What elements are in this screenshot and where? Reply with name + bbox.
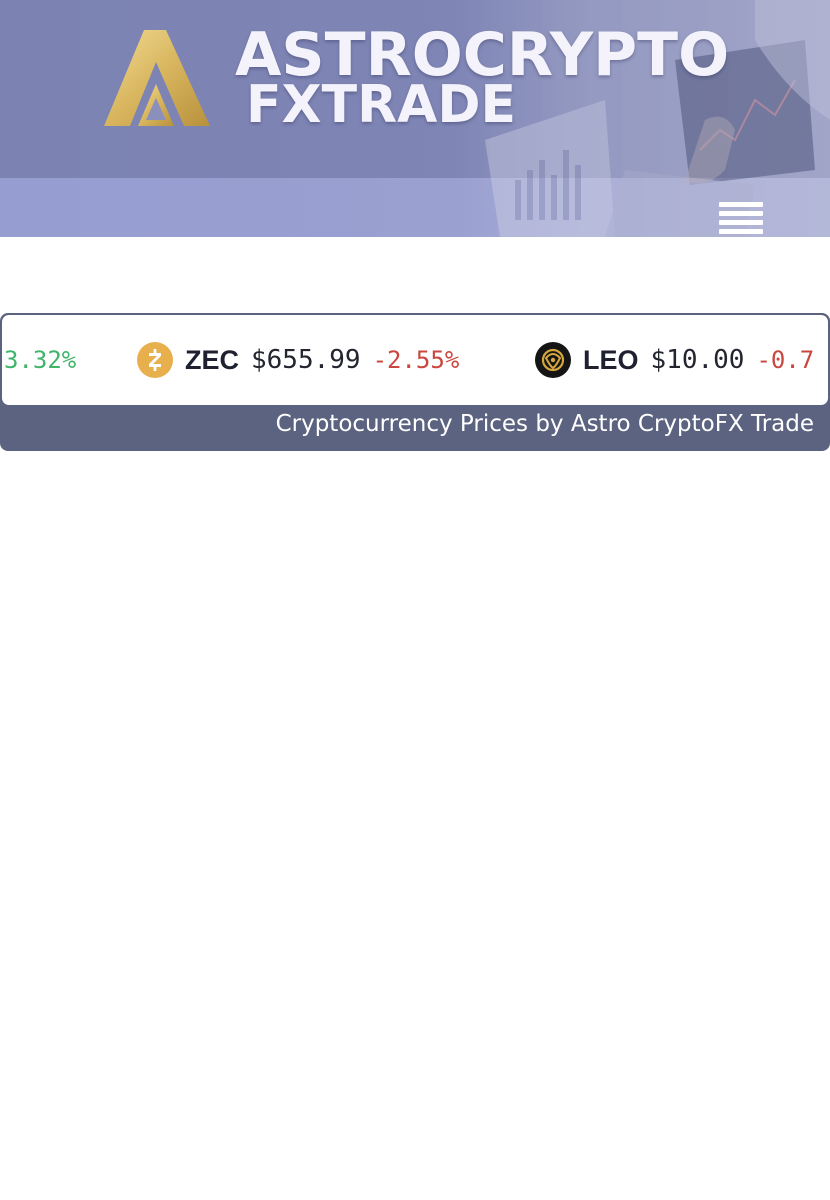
price-change: -0.7 (756, 346, 815, 374)
coin-price: $655.99 (251, 345, 361, 375)
zcash-icon (137, 342, 173, 378)
coin-symbol: LEO (583, 344, 639, 375)
crypto-price-ticker: 3.32% ZEC $655.99 -2.55% LEO $10.00 -0.7… (0, 313, 830, 451)
ticker-strip[interactable]: 3.32% ZEC $655.99 -2.55% LEO $10.00 -0.7 (2, 315, 828, 405)
coin-price: $10.00 (650, 345, 745, 375)
brand-logo-icon[interactable] (104, 28, 210, 128)
site-header: ASTROCRYPTO FXTRADE (0, 0, 830, 237)
menu-bar (719, 229, 763, 234)
hamburger-menu-icon[interactable] (717, 200, 765, 234)
menu-bar (719, 202, 763, 207)
menu-bar (719, 220, 763, 225)
ticker-item-zec[interactable]: ZEC $655.99 -2.55% (137, 315, 459, 405)
brand-name-line2[interactable]: FXTRADE (246, 78, 516, 132)
ticker-item[interactable]: 3.32% (4, 315, 76, 405)
price-change: -2.55% (372, 346, 460, 374)
ticker-item-leo[interactable]: LEO $10.00 -0.7 (535, 315, 814, 405)
ticker-credit-link[interactable]: Cryptocurrency Prices by Astro CryptoFX … (276, 409, 814, 439)
leo-icon (535, 342, 571, 378)
price-change: 3.32% (4, 346, 77, 374)
coin-symbol: ZEC (185, 344, 239, 375)
menu-bar (719, 211, 763, 216)
